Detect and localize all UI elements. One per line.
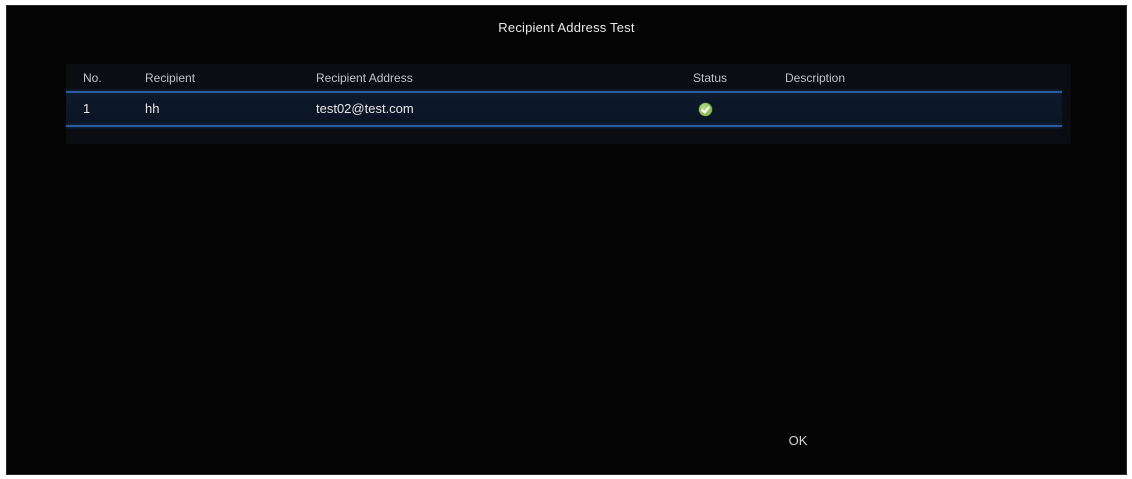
column-header-no: No. — [83, 71, 102, 85]
row-recipient-address: test02@test.com — [316, 101, 414, 116]
row-divider — [66, 125, 1062, 127]
column-header-recipient: Recipient — [145, 71, 196, 85]
column-header-recipient-address: Recipient Address — [316, 71, 413, 85]
row-no: 1 — [83, 101, 91, 116]
column-header-status: Status — [693, 71, 728, 85]
table-header: No. Recipient Recipient Address Status D… — [66, 64, 1071, 91]
ok-button[interactable]: OK — [778, 430, 818, 452]
success-check-icon — [699, 103, 712, 116]
column-header-description: Description — [785, 71, 846, 85]
results-table: No. Recipient Recipient Address Status D… — [66, 64, 1071, 144]
row-recipient: hh — [145, 101, 160, 116]
dialog-title: Recipient Address Test — [498, 20, 635, 35]
recipient-address-test-dialog: Recipient Address Test No. Recipient Rec… — [6, 5, 1127, 475]
table-row[interactable]: 1 hh test02@test.com — [66, 93, 1062, 124]
